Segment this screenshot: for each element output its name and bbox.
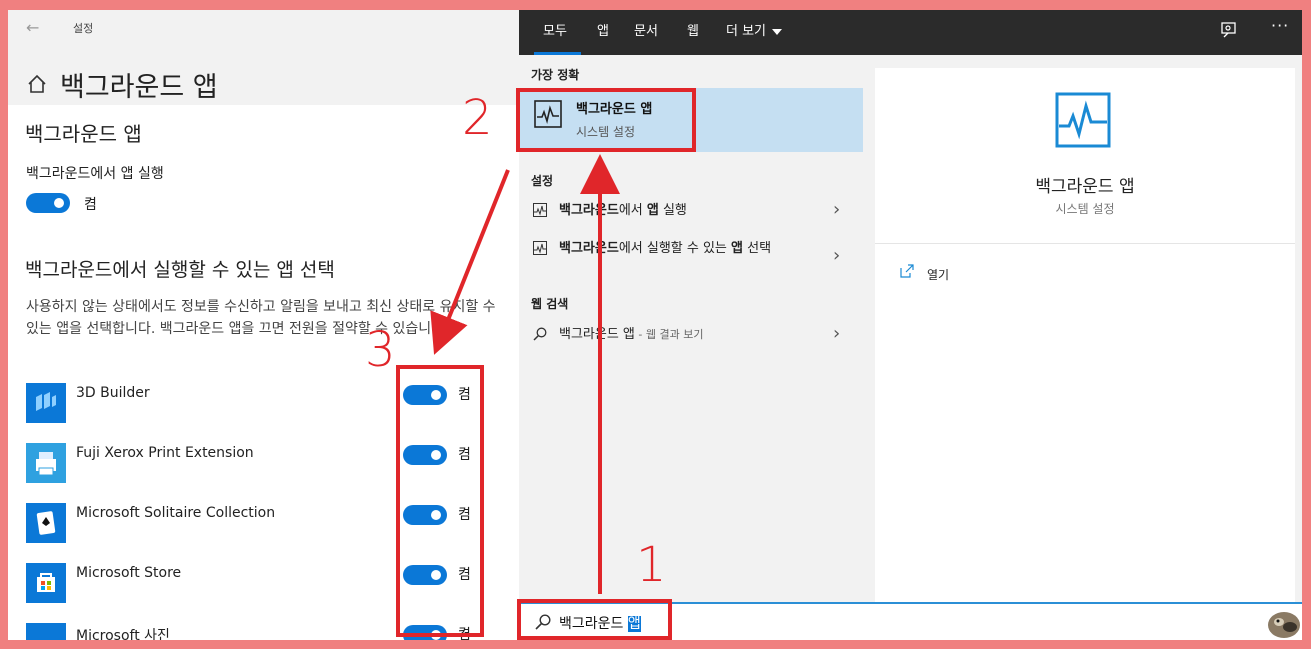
back-arrow-icon[interactable]: ← xyxy=(26,18,46,38)
page-header: 백그라운드 앱 xyxy=(26,64,218,104)
settings-titlebar: ← 설정 xyxy=(8,10,519,46)
window-title: 설정 xyxy=(73,22,94,35)
page-title: 백그라운드 앱 xyxy=(60,71,218,103)
home-icon[interactable] xyxy=(26,73,48,95)
arrow-down xyxy=(430,169,510,355)
